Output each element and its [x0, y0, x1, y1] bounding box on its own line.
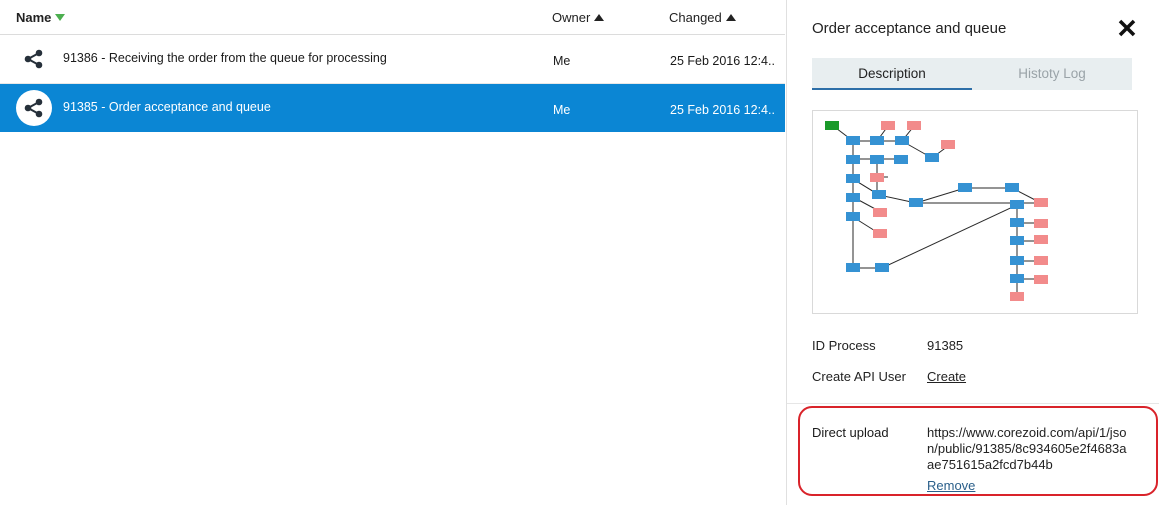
process-share-icon	[16, 41, 52, 77]
process-row-selected[interactable]: 91385 - Order acceptance and queue Me 25…	[0, 84, 785, 132]
sort-desc-icon	[55, 14, 66, 21]
detail-tabs: Description Histoty Log	[812, 58, 1132, 90]
column-owner-sort[interactable]: Owner	[552, 10, 605, 25]
direct-upload-url[interactable]: https://www.corezoid.com/api/1/json/publ…	[927, 425, 1127, 473]
process-title: 91386 - Receiving the order from the que…	[63, 51, 387, 65]
process-detail-pane: Order acceptance and queue Description H…	[786, 0, 1159, 505]
column-name-label: Name	[16, 10, 52, 25]
column-name-sort[interactable]: Name	[16, 10, 66, 25]
create-api-user-label: Create API User	[812, 369, 906, 384]
id-process-label: ID Process	[812, 338, 876, 353]
process-diagram-thumbnail[interactable]	[812, 110, 1138, 314]
column-changed-sort[interactable]: Changed	[669, 10, 736, 25]
sort-asc-icon	[725, 14, 736, 21]
process-changed: 25 Feb 2016 12:4...	[670, 103, 775, 117]
process-owner: Me	[553, 54, 571, 68]
close-icon[interactable]	[1117, 18, 1137, 38]
create-api-user-link[interactable]: Create	[927, 369, 966, 384]
detail-title: Order acceptance and queue	[812, 20, 1007, 37]
tab-history-log[interactable]: Histoty Log	[972, 58, 1132, 90]
column-owner-label: Owner	[552, 10, 591, 25]
section-divider	[787, 403, 1159, 404]
column-changed-label: Changed	[669, 10, 722, 25]
process-title: 91385 - Order acceptance and queue	[63, 100, 271, 114]
column-header: Name Owner Changed	[0, 0, 785, 35]
sort-asc-icon	[594, 14, 605, 21]
process-owner: Me	[553, 103, 571, 117]
tab-description[interactable]: Description	[812, 58, 972, 90]
direct-upload-label: Direct upload	[812, 425, 889, 440]
id-process-value: 91385	[927, 338, 964, 353]
process-row[interactable]: 91386 - Receiving the order from the que…	[0, 35, 785, 84]
process-list-pane: Name Owner Changed 91386 - Receiving the…	[0, 0, 785, 505]
process-share-icon	[16, 90, 52, 126]
remove-link[interactable]: Remove	[927, 478, 975, 493]
process-changed: 25 Feb 2016 12:4...	[670, 54, 775, 68]
